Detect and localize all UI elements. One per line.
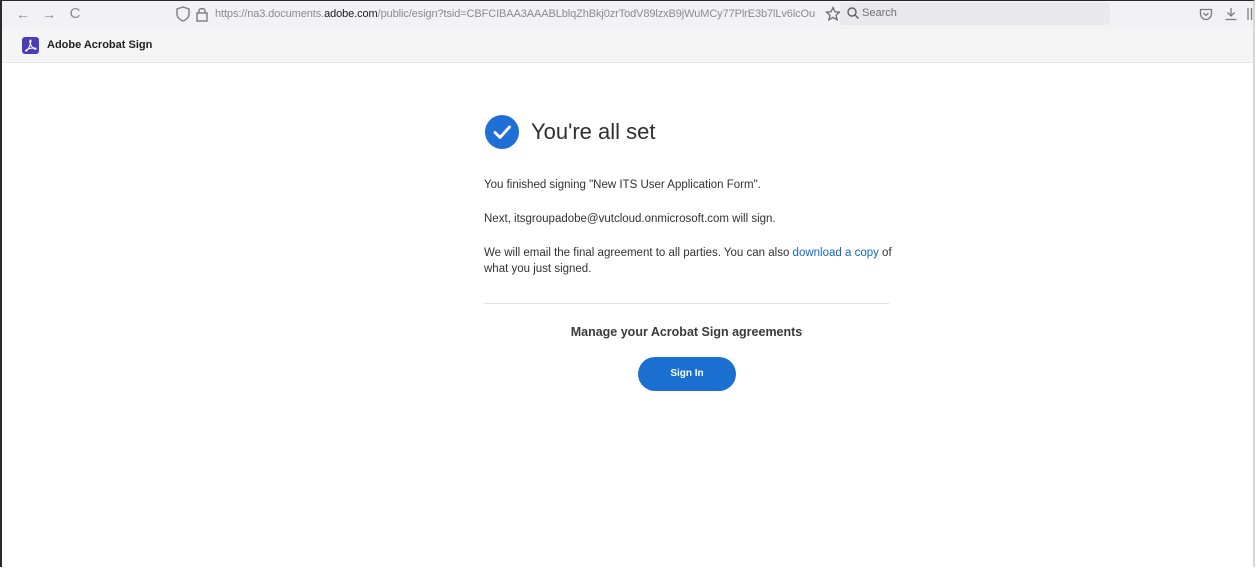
download-copy-link[interactable]: download a copy [793, 247, 879, 259]
back-button[interactable]: ← [14, 5, 32, 23]
next-signer-text: Next, itsgroupadobe@vutcloud.onmicrosoft… [484, 213, 776, 225]
confirmation-panel: You're all set You finished signing "New… [2, 63, 1253, 567]
app-header: Adobe Acrobat Sign [2, 29, 1253, 63]
search-placeholder: Search [862, 7, 897, 19]
reload-button[interactable]: C [66, 5, 84, 23]
acrobat-logo-icon [22, 37, 39, 54]
address-bar[interactable]: https://na3.documents.adobe.com/public/e… [215, 8, 815, 20]
success-check-icon [485, 115, 519, 149]
section-divider [484, 303, 889, 304]
manage-agreements-heading: Manage your Acrobat Sign agreements [570, 325, 803, 339]
checkmark-icon [493, 125, 511, 139]
url-prefix: https://na3.documents. [215, 8, 325, 20]
app-title: Adobe Acrobat Sign [47, 39, 153, 51]
sign-in-button[interactable]: Sign In [638, 357, 736, 391]
lock-icon[interactable] [194, 5, 210, 23]
email-notice-start: We will email the final agreement to all… [484, 247, 793, 259]
search-icon [847, 7, 859, 19]
browser-window: ← → C https://na3.documents.adobe.com/pu… [0, 0, 1255, 567]
page-title: You're all set [531, 119, 656, 144]
library-icon[interactable] [1246, 6, 1255, 22]
pocket-icon[interactable] [1198, 6, 1214, 22]
url-suffix: /public/esign?tsid=CBFCIBAA3AAABLblqZhBk… [377, 8, 815, 20]
forward-button[interactable]: → [40, 5, 58, 23]
url-domain: adobe.com [324, 8, 378, 20]
email-notice: We will email the final agreement to all… [484, 245, 894, 277]
browser-toolbar: ← → C https://na3.documents.adobe.com/pu… [2, 1, 1253, 30]
shield-icon[interactable] [174, 5, 192, 23]
acrobat-symbol-icon [25, 39, 37, 52]
search-input[interactable]: Search [840, 3, 1110, 25]
download-icon[interactable] [1223, 6, 1239, 22]
finished-signing-text: You finished signing "New ITS User Appli… [484, 179, 761, 191]
